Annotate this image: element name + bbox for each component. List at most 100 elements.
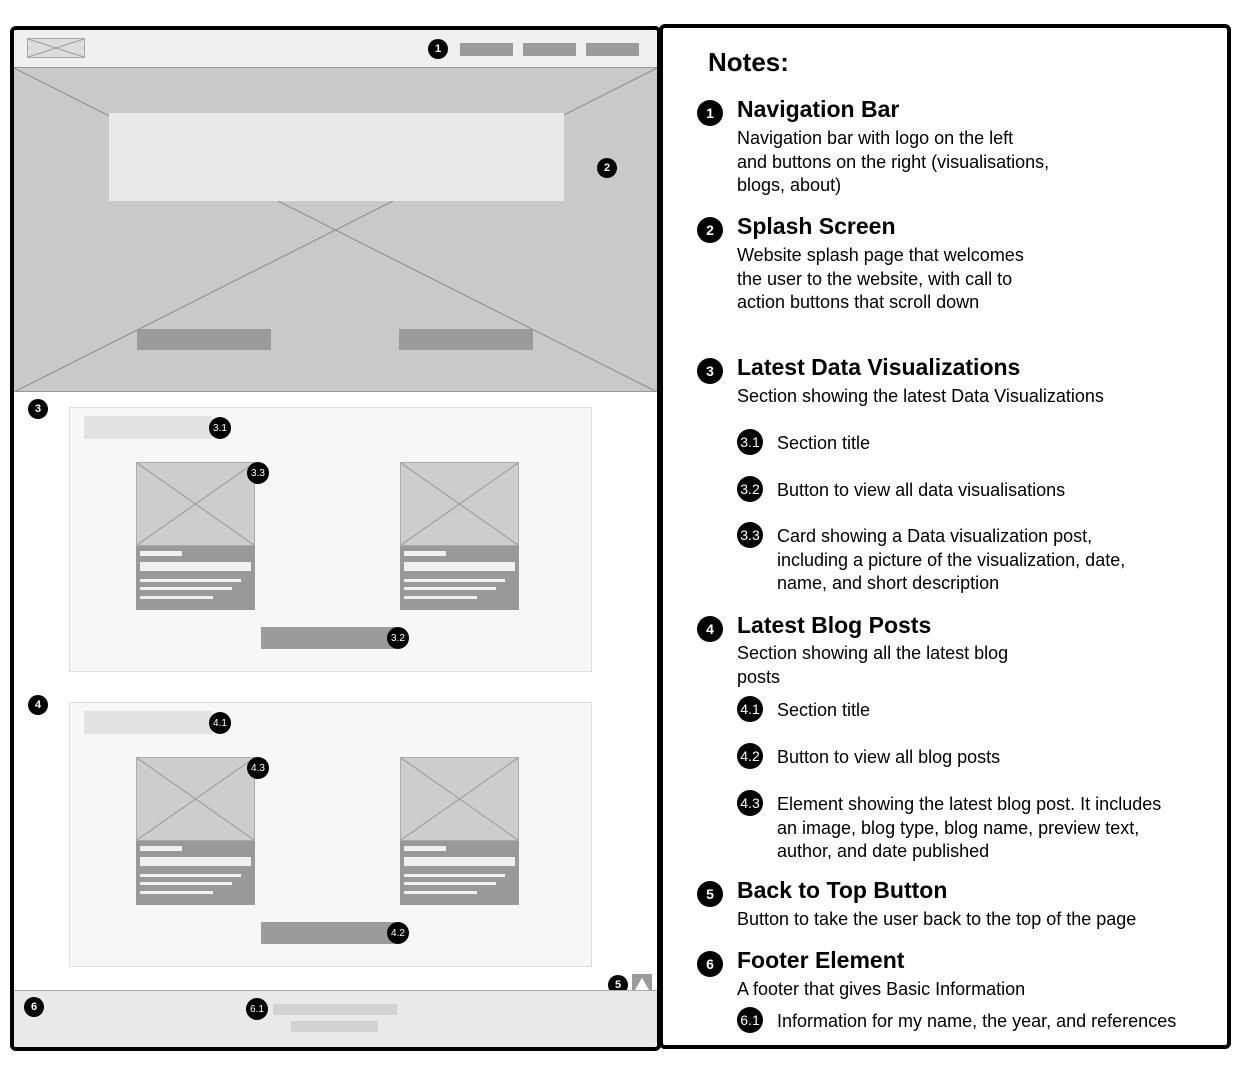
- image-placeholder-icon: [400, 757, 519, 841]
- note-desc-footer: A footer that gives Basic Information: [737, 978, 1025, 1002]
- card-type-line: [140, 846, 182, 851]
- note-sub-line: Section title: [777, 700, 871, 720]
- note-desc-line: the user to the website, with call to: [737, 268, 1013, 289]
- card-text-placeholder: [136, 841, 255, 905]
- note-sub-line: Element showing the latest blog post. It…: [777, 794, 1162, 814]
- wireframe-footer: 6 6.1: [14, 990, 657, 1047]
- note-marker-splash: 2: [697, 217, 723, 243]
- card-type-line: [404, 846, 446, 851]
- viz-view-all-button-placeholder: [261, 627, 396, 649]
- note-marker-viz-title: 3.1: [737, 429, 763, 455]
- card-preview-line: [404, 882, 496, 885]
- note-sub-line: author, and date published: [777, 841, 990, 861]
- note-desc-line: action buttons that scroll down: [737, 292, 980, 312]
- viz-card: [400, 462, 519, 610]
- notes-title: Notes:: [708, 47, 789, 77]
- note-marker-blog-button: 4.2: [737, 743, 763, 769]
- notes-panel: Notes: 1 Navigation Bar Navigation bar w…: [659, 24, 1231, 1049]
- card-name-bar: [404, 857, 515, 866]
- card-text-placeholder: [400, 546, 519, 610]
- note-marker-viz: 3: [697, 358, 723, 384]
- card-preview-line: [140, 874, 241, 877]
- blog-section-title-placeholder: [84, 711, 212, 734]
- image-placeholder-icon: [136, 757, 255, 841]
- card-date-line: [140, 551, 182, 556]
- marker-splash: 2: [597, 158, 617, 178]
- footer-text-placeholder: [273, 1004, 397, 1015]
- note-desc-line: Navigation bar with logo on the left: [737, 128, 1014, 148]
- note-heading-back-top: Back to Top Button: [737, 877, 948, 903]
- card-desc-line: [404, 579, 505, 582]
- marker-footer: 6: [24, 997, 44, 1017]
- image-placeholder-icon: [136, 462, 255, 546]
- note-sub-line: an image, blog type, blog name, preview …: [777, 817, 1140, 838]
- marker-viz-button: 3.2: [387, 627, 409, 649]
- note-sub-line: Section title: [777, 433, 871, 453]
- note-desc-line: posts: [737, 666, 781, 687]
- note-desc-viz: Section showing the latest Data Visualiz…: [737, 385, 1104, 409]
- card-desc-line: [140, 579, 241, 582]
- card-preview-line: [140, 882, 232, 885]
- note-sub-blog-button: Button to view all blog posts: [777, 746, 1000, 770]
- note-desc-line: and buttons on the right (visualisations…: [737, 151, 1050, 172]
- wireframe-navbar: 1: [14, 30, 657, 68]
- nav-button-blogs: [523, 43, 576, 56]
- note-sub-footer-info: Information for my name, the year, and r…: [777, 1010, 1176, 1034]
- note-marker-blog-card: 4.3: [737, 790, 763, 816]
- note-marker-nav: 1: [697, 100, 723, 126]
- blog-view-all-button-placeholder: [261, 922, 396, 944]
- card-preview-line: [140, 891, 213, 894]
- note-marker-footer: 6: [697, 951, 723, 977]
- note-desc-line: Website splash page that welcomes: [737, 245, 1024, 265]
- note-sub-line: Button to view all blog posts: [777, 747, 1001, 767]
- note-desc-line: Button to take the user back to the top …: [737, 909, 1137, 929]
- note-desc-splash: Website splash page that welcomes the us…: [737, 244, 1024, 315]
- wireframe-panel: 1 2 3 3.1 3.3 3.2 4 4.1 4.3 4.2 5 6 6.1: [10, 26, 661, 1051]
- image-placeholder-icon: [400, 462, 519, 546]
- card-text-placeholder: [136, 546, 255, 610]
- blog-card: [400, 757, 519, 905]
- note-sub-line: name, and short description: [777, 573, 1000, 593]
- wireframe-splash: 2: [14, 68, 657, 392]
- nav-button-about: [586, 43, 639, 56]
- note-marker-viz-card: 3.3: [737, 522, 763, 548]
- marker-nav: 1: [428, 39, 448, 59]
- logo-placeholder: [27, 38, 85, 58]
- marker-blog-button: 4.2: [387, 922, 409, 944]
- note-desc-line: blogs, about): [737, 175, 842, 195]
- marker-blog-card: 4.3: [247, 757, 269, 779]
- marker-blog-title: 4.1: [209, 712, 231, 734]
- note-heading-nav: Navigation Bar: [737, 96, 900, 122]
- note-sub-blog-card: Element showing the latest blog post. It…: [777, 793, 1161, 864]
- note-marker-blog: 4: [697, 616, 723, 642]
- card-name-bar: [404, 562, 515, 571]
- splash-welcome-text-placeholder: [109, 113, 564, 201]
- card-image-placeholder: [400, 462, 519, 546]
- marker-footer-info: 6.1: [246, 998, 268, 1020]
- note-sub-viz-button: Button to view all data visualisations: [777, 479, 1065, 503]
- note-desc-back-top: Button to take the user back to the top …: [737, 908, 1136, 932]
- note-sub-blog-title: Section title: [777, 699, 870, 723]
- card-desc-line: [404, 587, 496, 590]
- splash-cta-button-right: [399, 329, 533, 350]
- note-sub-line: including a picture of the visualization…: [777, 549, 1126, 570]
- note-desc-nav: Navigation bar with logo on the left and…: [737, 127, 1049, 198]
- card-preview-line: [404, 891, 477, 894]
- marker-viz-section: 3: [28, 399, 48, 419]
- card-image-placeholder: [136, 462, 255, 546]
- card-date-line: [404, 551, 446, 556]
- card-text-placeholder: [400, 841, 519, 905]
- card-preview-line: [404, 874, 505, 877]
- note-sub-viz-title: Section title: [777, 432, 870, 456]
- note-heading-footer: Footer Element: [737, 947, 905, 973]
- card-desc-line: [140, 587, 232, 590]
- image-placeholder-icon: [27, 38, 85, 58]
- note-sub-line: Information for my name, the year, and r…: [777, 1011, 1177, 1031]
- card-image-placeholder: [400, 757, 519, 841]
- wireframe-viz-section: 3.1 3.3 3.2: [69, 407, 592, 672]
- note-sub-viz-card: Card showing a Data visualization post, …: [777, 525, 1125, 596]
- nav-button-visualisations: [460, 43, 513, 56]
- viz-section-title-placeholder: [84, 416, 212, 439]
- card-name-bar: [140, 562, 251, 571]
- marker-viz-card: 3.3: [247, 462, 269, 484]
